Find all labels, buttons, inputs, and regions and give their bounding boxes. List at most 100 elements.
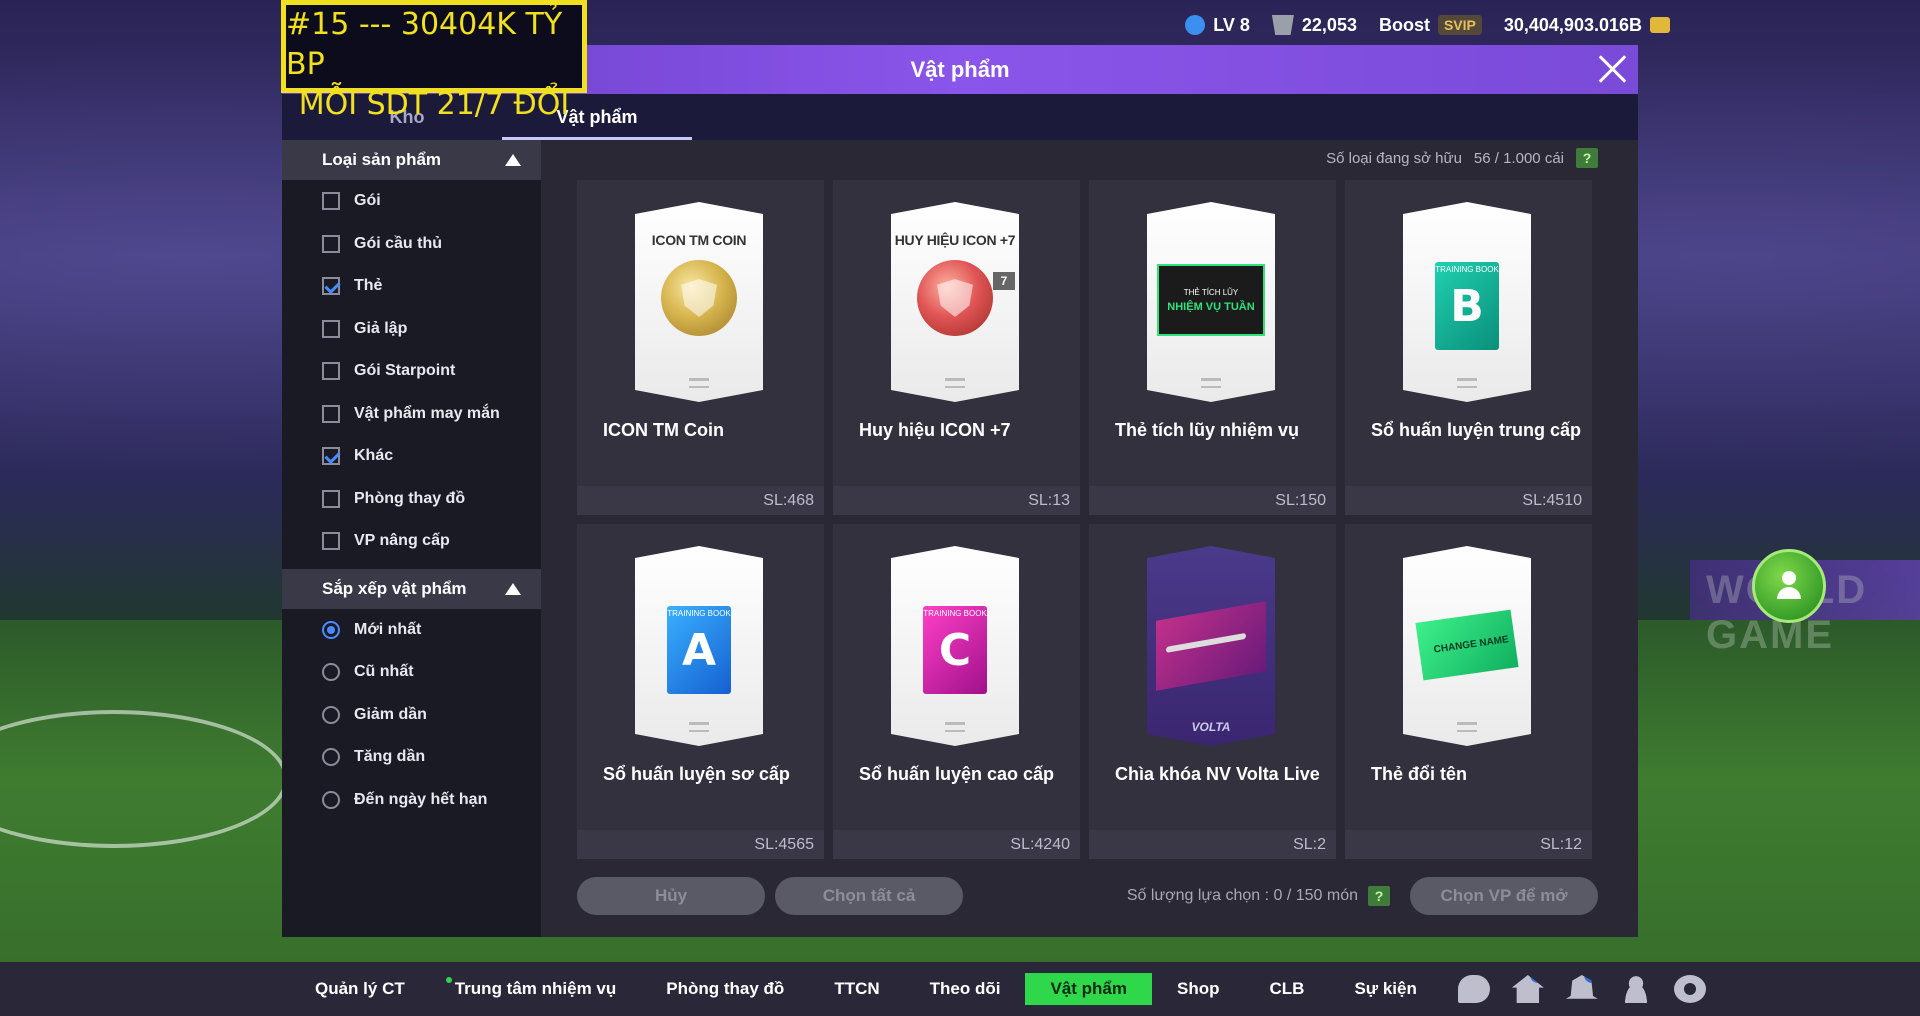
nav-clb[interactable]: CLB [1245,973,1330,1005]
help-icon[interactable]: ? [1368,886,1390,906]
item-art: ICON TM COIN [635,202,763,402]
nav-su-kien[interactable]: Sự kiện [1329,973,1441,1005]
mission-card-icon: THẺ TÍCH LŨY NHIỆM VỤ TUẦN [1157,264,1265,336]
filter-option-label: Khác [354,447,394,465]
sort-option[interactable]: Giảm dần [282,694,541,737]
user-icon[interactable] [1619,975,1652,1003]
filter-option[interactable]: VP nâng cấp [282,520,541,563]
checkbox[interactable] [322,532,340,551]
filter-option[interactable]: Gói cầu thủ [282,223,541,266]
collapse-triangle-icon[interactable] [505,582,521,595]
item-quantity: SL:2 [1089,830,1336,859]
item-art: THẺ TÍCH LŨY NHIỆM VỤ TUẦN [1147,202,1275,402]
sort-option[interactable]: Tăng dần [282,736,541,779]
sort-option[interactable]: Mới nhất [282,609,541,652]
promo-line-2: MỖI SDT 21/7 ĐỔI [298,87,570,122]
item-card[interactable]: ICON TM COIN ICON TM Coin SL:468 [577,180,824,515]
bell-icon[interactable]: 94 [1565,975,1598,999]
chat-icon[interactable] [1457,975,1490,1003]
filter-option[interactable]: Gói [282,180,541,223]
icon-coin-icon [661,260,737,336]
home-icon[interactable]: 10 [1511,975,1544,1003]
item-card[interactable]: TRAINING BOOK C Sổ huấn luyện cao cấp SL… [833,524,1080,859]
item-name: Chìa khóa NV Volta Live [1115,764,1320,784]
item-card[interactable]: THẺ TÍCH LŨY NHIỆM VỤ TUẦN Thẻ tích lũy … [1089,180,1336,515]
open-selected-button[interactable]: Chọn VP để mở [1410,877,1598,915]
item-quantity: SL:4240 [833,830,1080,859]
filter-option[interactable]: Vật phẩm may mắn [282,393,541,436]
item-card[interactable]: TRAINING BOOK A Sổ huấn luyện sơ cấp SL:… [577,524,824,859]
book-label: TRAINING BOOK [1435,265,1499,274]
close-icon[interactable] [1596,53,1628,85]
card-logo-icon [689,378,709,388]
owned-count: Số loại đang sở hữu 56 / 1.000 cái ? [1326,148,1598,168]
item-card[interactable]: VOLTA Chìa khóa NV Volta Live SL:2 [1089,524,1336,859]
item-art: TRAINING BOOK B [1403,202,1531,402]
item-name: Sổ huấn luyện cao cấp [859,764,1055,784]
nav-phong-thay-do[interactable]: Phòng thay đồ [641,973,809,1005]
filter-option[interactable]: Gói Starpoint [282,350,541,393]
filter-option-label: Gói cầu thủ [354,234,442,252]
filter-option[interactable]: Giả lập [282,308,541,351]
checkbox[interactable] [322,234,340,253]
bell-badge: 94 [1583,975,1598,983]
nav-label: Trung tâm nhiệm vụ [454,979,617,998]
item-card[interactable]: TRAINING BOOK B Sổ huấn luyện trung cấp … [1345,180,1592,515]
checkbox[interactable] [322,404,340,423]
art-caption: HUY HIỆU ICON +7 [894,232,1016,248]
sort-option[interactable]: Cũ nhất [282,651,541,694]
help-icon[interactable]: ? [1576,148,1598,168]
item-quantity: SL:13 [833,486,1080,515]
nav-theo-doi[interactable]: Theo dõi [905,973,1026,1005]
radio[interactable] [322,705,340,724]
promo-overlay: #15 --- 30404K TỶ BP MỖI SDT 21/7 ĐỔI [281,0,587,122]
checkbox-checked[interactable] [322,447,340,466]
radio-selected[interactable] [322,620,340,639]
collapse-triangle-icon[interactable] [505,154,521,166]
training-book-icon: TRAINING BOOK A [667,606,731,694]
items-grid: ICON TM COIN ICON TM Coin SL:468 HUY HIỆ… [577,180,1592,859]
nav-vat-pham[interactable]: Vật phẩm [1025,973,1152,1005]
filter-option[interactable]: Khác [282,435,541,478]
item-card[interactable]: HUY HIỆU ICON +7 7 Huy hiệu ICON +7 SL:1… [833,180,1080,515]
checkbox-checked[interactable] [322,277,340,296]
nav-trung-tam-nhiem-vu[interactable]: Trung tâm nhiệm vụ [430,973,642,1005]
nav-quan-ly-ct[interactable]: Quản lý CT [290,973,430,1005]
filter-option-label: Thẻ [354,277,383,295]
training-book-icon: TRAINING BOOK B [1435,262,1499,350]
volta-key-icon: VOLTA [1147,546,1275,746]
owned-value: 56 / 1.000 cái [1473,149,1564,167]
currency-icon [1650,17,1670,33]
balance-value: 30,404,903.016B [1503,14,1642,35]
notification-dot [445,977,452,983]
card-logo-icon [1457,722,1477,732]
gear-icon[interactable] [1673,975,1706,1003]
filter-option[interactable]: Thẻ [282,265,541,308]
nav-ttcn[interactable]: TTCN [809,973,904,1005]
select-all-button[interactable]: Chọn tất cả [775,877,963,915]
level-badge: 7 [993,272,1015,290]
cancel-button[interactable]: Hủy [577,877,765,915]
home-badge: 10 [1529,975,1544,983]
item-quantity: SL:468 [577,486,824,515]
radio[interactable] [322,748,340,767]
checkbox[interactable] [322,192,340,211]
filter-option-label: Vật phẩm may mắn [354,404,500,422]
checkbox[interactable] [322,362,340,381]
item-card[interactable]: CHANGE NAME Thẻ đổi tên SL:12 [1345,524,1592,859]
friends-chat-icon[interactable] [1752,549,1826,623]
radio[interactable] [322,790,340,809]
sort-option-label: Cũ nhất [354,663,414,681]
nav-shop[interactable]: Shop [1152,973,1245,1005]
sort-option-label: Đến ngày hết hạn [354,790,488,808]
filter-option[interactable]: Phòng thay đồ [282,478,541,521]
sort-option[interactable]: Đến ngày hết hạn [282,779,541,822]
section-sort[interactable]: Sắp xếp vật phẩm [282,568,541,609]
art-line-2: NHIỆM VỤ TUẦN [1167,300,1255,313]
checkbox[interactable] [322,489,340,508]
section-product-type[interactable]: Loại sản phẩm [282,140,541,180]
checkbox[interactable] [322,319,340,338]
item-name: Thẻ tích lũy nhiệm vụ [1115,420,1300,440]
radio[interactable] [322,663,340,682]
art-label: CHANGE NAME [1432,633,1510,656]
